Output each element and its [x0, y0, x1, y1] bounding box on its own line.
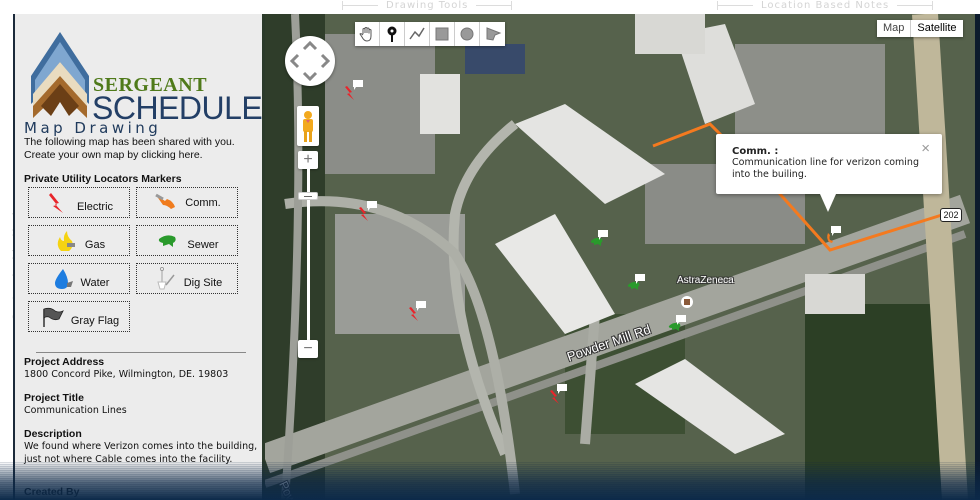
project-address-label: Project Address — [24, 356, 105, 368]
comm-icon — [155, 193, 176, 209]
marker-button-gray-flag[interactable]: Gray Flag — [28, 301, 130, 332]
polygon-icon — [486, 27, 501, 41]
note-icon[interactable] — [416, 301, 426, 311]
create-map-link[interactable]: Create your own map by clicking here. — [24, 149, 235, 162]
circle-icon — [460, 27, 474, 41]
rectangle-tool-button[interactable] — [430, 22, 455, 46]
location-notes-label: Location Based Notes — [717, 0, 934, 11]
map-type-map-button[interactable]: Map — [877, 20, 910, 37]
polyline-icon — [409, 27, 425, 40]
marker-button-electric[interactable]: Electric — [28, 187, 130, 218]
drawing-tools-label: Drawing Tools — [342, 0, 513, 11]
satellite-imagery — [265, 14, 975, 500]
info-window-title: Comm. : — [732, 146, 779, 157]
project-title-value: Communication Lines — [24, 405, 127, 416]
gas-icon — [57, 230, 75, 251]
polygon-tool-button[interactable] — [480, 22, 505, 46]
marker-label: Dig Site — [183, 276, 223, 289]
note-icon[interactable] — [353, 80, 363, 90]
logo-chevron-icon — [31, 32, 89, 118]
marker-label: Gray Flag — [70, 314, 120, 327]
zoom-in-button[interactable]: + — [298, 151, 318, 169]
note-icon[interactable] — [635, 274, 645, 284]
project-title-label: Project Title — [24, 392, 84, 404]
created-by-label: Created By — [24, 486, 80, 498]
pan-arrows-icon — [289, 40, 331, 82]
description-label: Description — [24, 428, 82, 440]
place-label-astrazeneca: AstraZeneca — [677, 275, 734, 286]
marker-button-sewer[interactable]: Sewer — [136, 225, 238, 256]
note-icon[interactable] — [598, 230, 608, 240]
shared-notice-text: The following map has been shared with y… — [24, 136, 235, 148]
page-title: Map Drawing — [24, 119, 162, 137]
marker-label: Comm. — [185, 196, 221, 209]
hand-tool-button[interactable] — [355, 22, 380, 46]
sewer-icon — [159, 234, 177, 247]
map-pin-icon — [387, 26, 397, 42]
top-strip: Drawing Tools Location Based Notes — [0, 0, 980, 14]
marker-button-gas[interactable]: Gas — [28, 225, 130, 256]
left-panel: SERGEANT SCHEDULE Map Drawing The follow… — [13, 14, 265, 500]
description-value: We found where Verizon comes into the bu… — [24, 441, 258, 465]
pan-control[interactable] — [285, 36, 335, 86]
marker-button-water[interactable]: Water — [28, 263, 130, 294]
map-type-control: Map Satellite — [877, 20, 963, 37]
markers-heading: Private Utility Locators Markers — [24, 173, 182, 185]
map-type-satellite-button[interactable]: Satellite — [910, 20, 962, 37]
project-address-value: 1800 Concord Pike, Wilmington, DE. 19803 — [24, 369, 229, 380]
shared-notice: The following map has been shared with y… — [24, 136, 235, 161]
note-icon[interactable] — [367, 201, 377, 211]
water-icon — [54, 268, 73, 289]
divider — [36, 352, 246, 353]
dig-site-icon — [157, 266, 175, 289]
marker-tool-button[interactable] — [380, 22, 405, 46]
zoom-slider-thumb[interactable] — [298, 192, 318, 200]
app-root: Drawing Tools Location Based Notes Custo… — [0, 0, 980, 500]
place-pin-icon[interactable] — [681, 296, 693, 308]
note-icon[interactable] — [676, 315, 686, 325]
location-notes-text: Location Based Notes — [761, 0, 890, 11]
route-shield: 202 — [940, 208, 962, 222]
marker-label: Sewer — [187, 238, 219, 251]
marker-label: Gas — [84, 238, 106, 251]
map-border — [975, 14, 980, 500]
street-view-pegman[interactable] — [297, 106, 319, 146]
info-window: Comm. : Communication line for verizon c… — [716, 134, 942, 212]
polyline-tool-button[interactable] — [405, 22, 430, 46]
note-icon[interactable] — [557, 384, 567, 394]
map-canvas[interactable]: AstraZeneca Powder Mill Rd Pow 202 + − M… — [265, 14, 975, 500]
zoom-out-button[interactable]: − — [298, 340, 318, 358]
note-icon[interactable] — [831, 226, 841, 236]
drawing-toolbar — [355, 22, 505, 46]
marker-label: Water — [80, 276, 110, 289]
flag-icon — [43, 307, 64, 327]
info-window-body: Communication line for verizon coming in… — [732, 157, 919, 180]
marker-label: Electric — [76, 200, 114, 213]
close-icon[interactable]: × — [921, 140, 930, 157]
marker-button-dig-site[interactable]: Dig Site — [136, 263, 238, 294]
logo[interactable]: SERGEANT SCHEDULE — [29, 32, 262, 124]
hand-icon — [359, 27, 372, 42]
rectangle-icon — [435, 27, 449, 41]
pegman-icon — [303, 111, 313, 142]
drawing-tools-text: Drawing Tools — [386, 0, 469, 11]
marker-button-comm[interactable]: Comm. — [136, 187, 238, 218]
circle-tool-button[interactable] — [455, 22, 480, 46]
electric-icon — [48, 192, 63, 213]
